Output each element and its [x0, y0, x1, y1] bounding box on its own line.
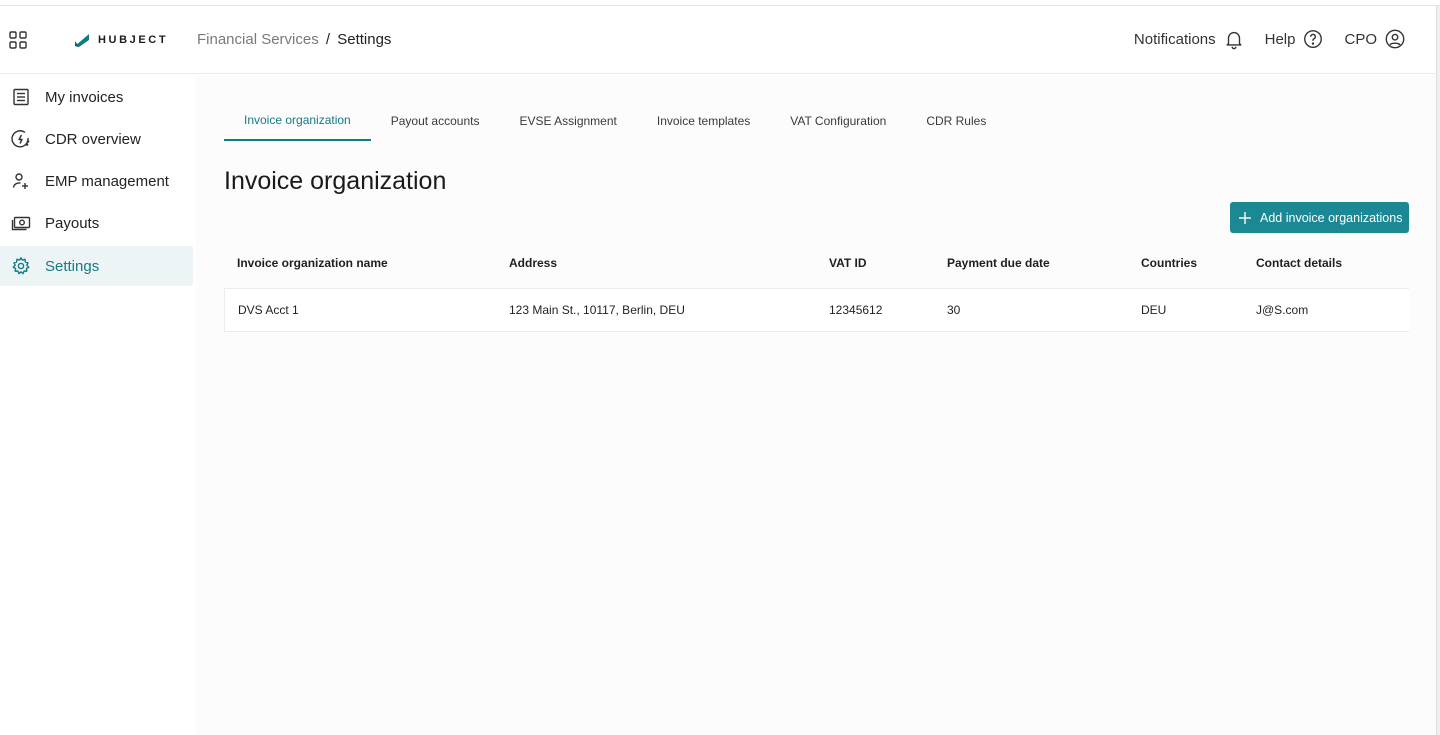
sidebar-item-settings[interactable]: Settings	[0, 246, 193, 286]
sidebar-item-label: EMP management	[45, 172, 169, 190]
column-header-payment-due-date[interactable]: Payment due date	[947, 256, 1050, 270]
sidebar-item-label: CDR overview	[45, 130, 141, 148]
tab-vat-configuration[interactable]: VAT Configuration	[770, 101, 906, 141]
cell-payment-due-date: 30	[947, 303, 961, 317]
window-scrollbar-track[interactable]	[1436, 6, 1440, 735]
column-header-address[interactable]: Address	[509, 256, 557, 270]
gear-icon	[12, 257, 30, 275]
top-header: HUBJECT Financial Services / Settings No…	[0, 6, 1436, 74]
hubject-logo[interactable]: HUBJECT	[74, 30, 168, 50]
user-circle-icon	[1385, 29, 1405, 49]
table-header: Invoice organization name Address VAT ID…	[224, 238, 1409, 288]
breadcrumb: Financial Services / Settings	[197, 31, 391, 48]
table-row[interactable]: DVS Acct 1 123 Main St., 10117, Berlin, …	[224, 288, 1409, 332]
help-button[interactable]: Help	[1265, 28, 1325, 50]
add-invoice-organization-button[interactable]: Add invoice organizations	[1230, 202, 1409, 233]
cell-name: DVS Acct 1	[238, 303, 299, 317]
cell-countries: DEU	[1141, 303, 1167, 317]
sidebar-item-label: Settings	[45, 257, 100, 275]
column-header-vat-id[interactable]: VAT ID	[829, 256, 867, 270]
money-icon	[11, 216, 31, 231]
tab-invoice-templates[interactable]: Invoice templates	[637, 101, 770, 141]
column-header-contact-details[interactable]: Contact details	[1256, 256, 1342, 270]
charging-gauge-icon	[11, 130, 30, 148]
column-header-name[interactable]: Invoice organization name	[237, 256, 388, 270]
logo-text: HUBJECT	[98, 34, 169, 46]
column-header-countries[interactable]: Countries	[1141, 256, 1197, 270]
bell-icon	[1226, 31, 1242, 50]
user-menu-button[interactable]: CPO	[1344, 28, 1406, 50]
help-label: Help	[1264, 30, 1296, 48]
breadcrumb-separator: /	[325, 31, 331, 48]
tab-invoice-organization[interactable]: Invoice organization	[224, 101, 371, 141]
breadcrumb-current: Settings	[337, 31, 392, 48]
tab-evse-assignment[interactable]: EVSE Assignment	[499, 101, 636, 141]
cell-vat-id: 12345612	[829, 303, 883, 317]
breadcrumb-parent[interactable]: Financial Services	[197, 31, 319, 48]
page-title: Invoice organization	[224, 167, 447, 195]
app-grid-icon[interactable]	[8, 30, 28, 50]
header-actions: Notifications Help CPO	[1114, 26, 1406, 52]
tab-cdr-rules[interactable]: CDR Rules	[906, 101, 1006, 141]
sidebar-item-label: Payouts	[45, 214, 100, 232]
user-label: CPO	[1344, 30, 1377, 48]
main-content: Invoice organization Payout accounts EVS…	[196, 75, 1436, 735]
hubject-logo-mark-icon	[75, 34, 89, 47]
cell-contact-details: J@S.com	[1256, 303, 1309, 317]
sidebar: My invoices CDR overview EMP management …	[0, 75, 196, 735]
document-list-icon	[13, 88, 29, 106]
sidebar-item-cdr-overview[interactable]: CDR overview	[0, 119, 193, 159]
sidebar-item-payouts[interactable]: Payouts	[0, 203, 193, 243]
help-circle-icon	[1304, 30, 1323, 48]
sidebar-item-label: My invoices	[45, 88, 124, 106]
cell-address: 123 Main St., 10117, Berlin, DEU	[509, 303, 685, 317]
sidebar-item-emp-management[interactable]: EMP management	[0, 161, 193, 201]
plus-icon	[1239, 211, 1251, 224]
person-add-icon	[12, 173, 28, 189]
settings-tabs: Invoice organization Payout accounts EVS…	[224, 101, 1006, 141]
add-button-label: Add invoice organizations	[1260, 210, 1403, 225]
notifications-button[interactable]: Notifications	[1134, 28, 1245, 50]
tab-payout-accounts[interactable]: Payout accounts	[371, 101, 500, 141]
notifications-label: Notifications	[1133, 30, 1216, 48]
sidebar-item-my-invoices[interactable]: My invoices	[0, 77, 193, 117]
invoice-organization-table: Invoice organization name Address VAT ID…	[224, 238, 1409, 332]
